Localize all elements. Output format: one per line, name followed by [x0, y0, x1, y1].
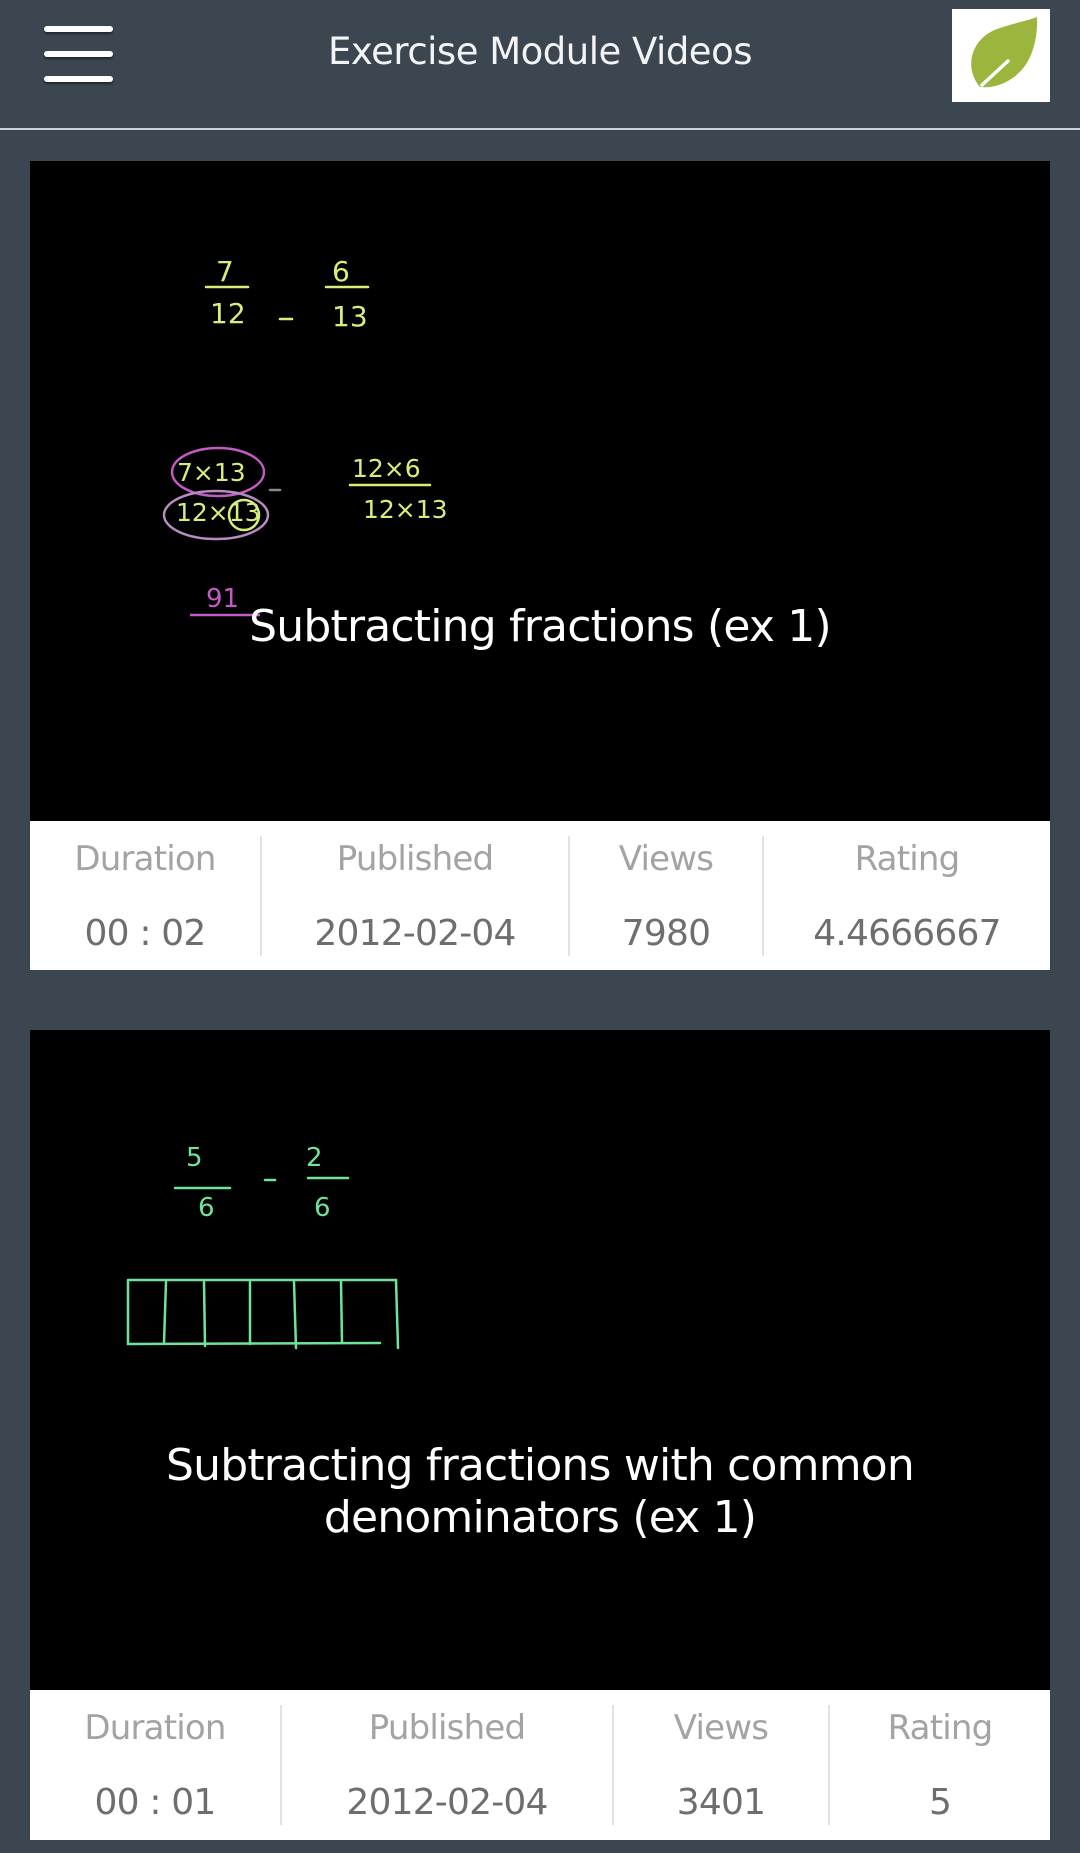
video-title: Subtracting fractions with common denomi…	[165, 1440, 915, 1543]
published-value: 2012-02-04	[346, 1782, 548, 1823]
stat-rating: Rating 5	[830, 1690, 1050, 1839]
svg-text:12: 12	[210, 297, 246, 330]
svg-text:13: 13	[332, 300, 368, 333]
video-stats: Duration 00 : 02 Published 2012-02-04 Vi…	[30, 821, 1050, 970]
leaf-logo-icon	[971, 17, 1038, 88]
rating-value: 4.4666667	[813, 913, 1001, 954]
views-value: 7980	[621, 913, 711, 954]
views-label: Views	[673, 1708, 769, 1748]
rating-label: Rating	[887, 1708, 994, 1748]
rating-label: Rating	[854, 839, 961, 879]
video-card: 7 12 6 13 7×13 12×13 12×6 12×13 91 Subtr…	[30, 161, 1050, 970]
chalkboard-drawing: 5 6 2 6	[126, 1143, 400, 1350]
stat-views: Views 3401	[614, 1690, 828, 1839]
video-title: Subtracting fractions (ex 1)	[249, 601, 832, 652]
stat-duration: Duration 00 : 02	[30, 821, 260, 970]
published-label: Published	[336, 839, 494, 879]
stat-views: Views 7980	[570, 821, 762, 970]
svg-text:12×13: 12×13	[176, 498, 261, 527]
app-logo[interactable]	[952, 9, 1050, 102]
published-label: Published	[368, 1708, 526, 1748]
video-card: 5 6 2 6 Subtracting fractions with commo…	[30, 1030, 1050, 1840]
svg-text:6: 6	[198, 1193, 215, 1223]
svg-text:2: 2	[306, 1143, 323, 1173]
svg-text:7: 7	[216, 255, 234, 288]
published-value: 2012-02-04	[314, 913, 516, 954]
stat-published: Published 2012-02-04	[262, 821, 568, 970]
views-label: Views	[618, 839, 714, 879]
duration-label: Duration	[74, 839, 216, 879]
video-thumbnail[interactable]: 5 6 2 6 Subtracting fractions with commo…	[30, 1030, 1050, 1690]
app-header: Exercise Module Videos	[0, 0, 1080, 128]
stat-duration: Duration 00 : 01	[30, 1690, 280, 1839]
svg-text:5: 5	[186, 1143, 203, 1173]
duration-value: 00 : 01	[94, 1782, 216, 1823]
chalkboard-drawing: 7 12 6 13 7×13 12×13 12×6 12×13 91	[162, 255, 448, 617]
duration-label: Duration	[84, 1708, 226, 1748]
video-thumbnail[interactable]: 7 12 6 13 7×13 12×13 12×6 12×13 91 Subtr…	[30, 161, 1050, 821]
svg-text:7×13: 7×13	[177, 458, 246, 487]
rating-value: 5	[928, 1782, 952, 1823]
page-title: Exercise Module Videos	[328, 30, 752, 73]
header-divider	[0, 128, 1080, 130]
svg-text:12×6: 12×6	[352, 454, 421, 483]
stat-rating: Rating 4.4666667	[764, 821, 1050, 970]
views-value: 3401	[676, 1782, 766, 1823]
svg-text:6: 6	[332, 255, 350, 288]
duration-value: 00 : 02	[84, 913, 206, 954]
svg-text:12×13: 12×13	[363, 495, 448, 524]
menu-button[interactable]	[40, 20, 120, 90]
svg-text:6: 6	[314, 1193, 331, 1223]
video-stats: Duration 00 : 01 Published 2012-02-04 Vi…	[30, 1690, 1050, 1839]
stat-published: Published 2012-02-04	[282, 1690, 612, 1839]
